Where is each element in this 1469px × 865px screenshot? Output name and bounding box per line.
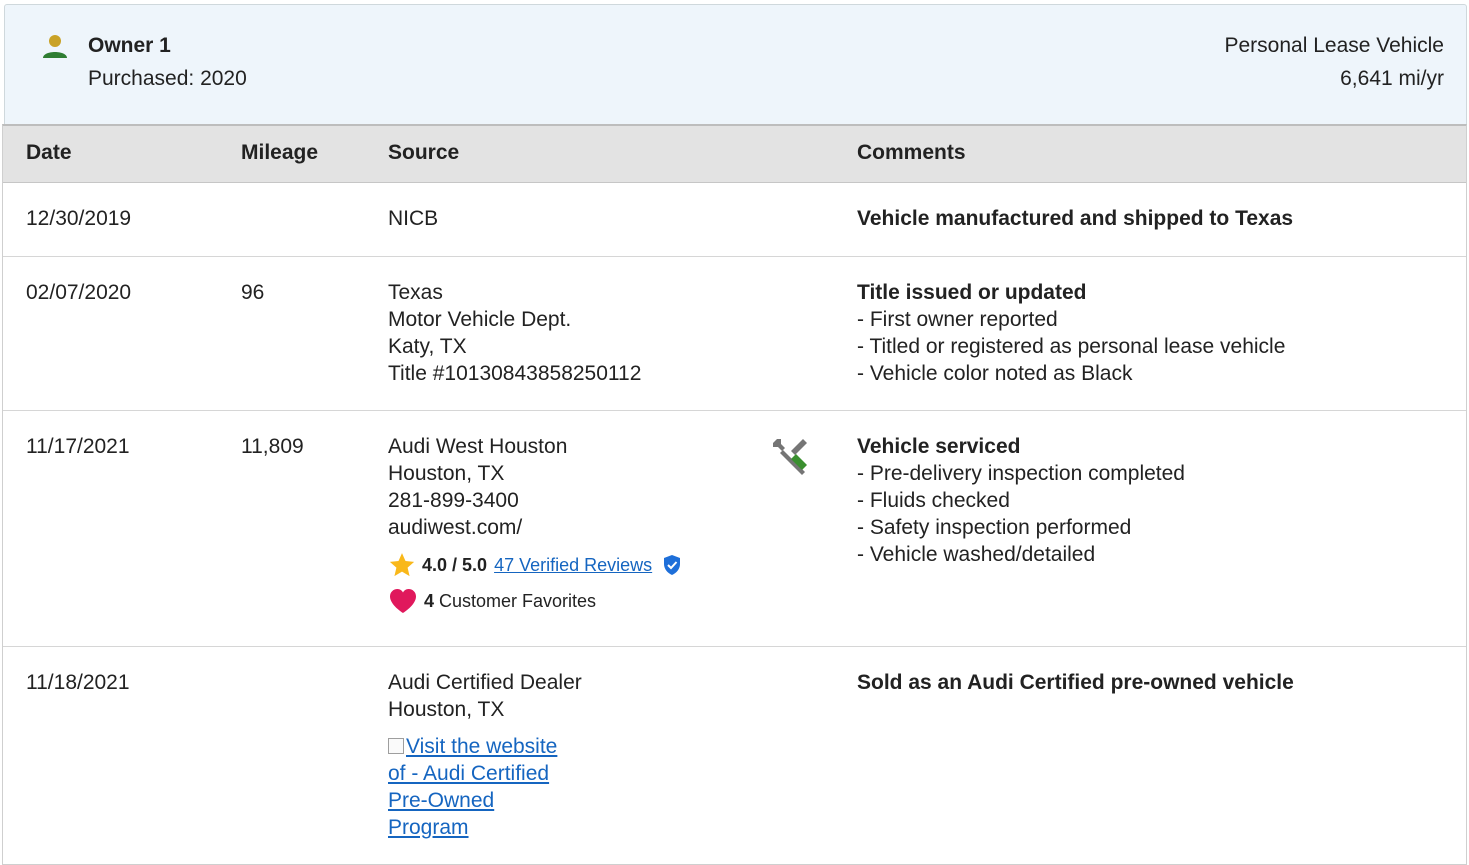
comment-item: - First owner reported [857,308,1058,331]
dealer-location: Houston, TX [388,698,505,721]
row-comments: Sold as an Audi Certified pre-owned vehi… [857,669,1294,696]
row-source: Texas Motor Vehicle Dept. Katy, TX Title… [388,279,641,387]
comment-item: - Safety inspection performed [857,516,1132,539]
dealer-name: Audi Certified Dealer [388,671,582,694]
customer-favorites: 4 Customer Favorites [388,587,682,615]
certified-program-link[interactable]: Visit the website of - Audi Certified Pr… [388,733,558,841]
comment-item: - Vehicle washed/detailed [857,543,1096,566]
dealer-rating: 4.0 / 5.0 47 Verified Reviews [388,551,682,579]
source-line: NICB [388,207,439,230]
comment-title: Vehicle serviced [857,435,1021,458]
row-date: 11/17/2021 [26,435,130,458]
owner-title: Owner 1 [88,34,171,57]
table-row: 02/07/2020 96 Texas Motor Vehicle Dept. … [3,257,1466,411]
owner-miles-per-year: 6,641 mi/yr [1340,67,1444,90]
dealer-phone: 281-899-3400 [388,489,519,512]
source-line: Texas [388,281,443,304]
source-line: Title #10130843858250112 [388,362,642,385]
comment-title: Title issued or updated [857,281,1087,304]
broken-image-icon [388,738,404,754]
row-comments: Vehicle manufactured and shipped to Texa… [857,205,1293,232]
row-mileage: 96 [241,281,265,304]
table-row: 12/30/2019 NICB Vehicle manufactured and… [3,183,1466,257]
row-source: Audi West Houston Houston, TX 281-899-34… [388,433,682,615]
row-mileage: 11,809 [241,435,304,458]
row-comments: Vehicle serviced - Pre-delivery inspecti… [857,433,1185,568]
comment-item: - Vehicle color noted as Black [857,362,1133,385]
row-date: 12/30/2019 [26,207,132,230]
comment-title: Vehicle manufactured and shipped to Texa… [857,207,1294,230]
history-table: Date Mileage Source Comments 12/30/2019 … [2,124,1467,865]
tools-icon [773,439,807,475]
header-mileage: Mileage [241,141,319,164]
heart-icon [390,589,416,613]
certified-program-link-text: Visit the website of - Audi Certified Pr… [388,735,558,839]
row-date: 02/07/2020 [26,281,132,304]
comment-title: Sold as an Audi Certified pre-owned vehi… [857,671,1294,694]
dealer-name: Audi West Houston [388,435,568,458]
header-comments: Comments [857,141,966,164]
owner-purchased-year: Purchased: 2020 [88,67,247,90]
dealer-location: Houston, TX [388,462,505,485]
verified-reviews-link[interactable]: 47 Verified Reviews [494,552,652,579]
owner-header: Owner 1 Purchased: 2020 Personal Lease V… [4,4,1467,125]
row-date: 11/18/2021 [26,671,130,694]
table-row: 11/18/2021 Audi Certified Dealer Houston… [3,647,1466,865]
source-line: Motor Vehicle Dept. [388,308,572,331]
owner-vehicle-type: Personal Lease Vehicle [1224,34,1445,57]
comment-item: - Fluids checked [857,489,1010,512]
comment-item: - Titled or registered as personal lease… [857,335,1286,358]
row-source: NICB [388,205,438,232]
table-header: Date Mileage Source Comments [3,126,1466,183]
dealer-website: audiwest.com/ [388,516,523,539]
source-line: Katy, TX [388,335,467,358]
comment-item: - Pre-delivery inspection completed [857,462,1185,485]
star-icon [389,553,415,577]
header-date: Date [26,141,72,164]
rating-value: 4.0 / 5.0 [422,554,488,575]
header-source: Source [388,141,460,164]
row-source: Audi Certified Dealer Houston, TX Visit … [388,669,582,841]
favorites-count: 4 [424,590,435,611]
favorites-label: Customer Favorites [439,590,597,611]
person-icon [43,35,67,58]
table-row: 11/17/2021 11,809 Audi West Houston Hous… [3,411,1466,647]
row-comments: Title issued or updated - First owner re… [857,279,1285,387]
verified-shield-icon [664,555,681,575]
